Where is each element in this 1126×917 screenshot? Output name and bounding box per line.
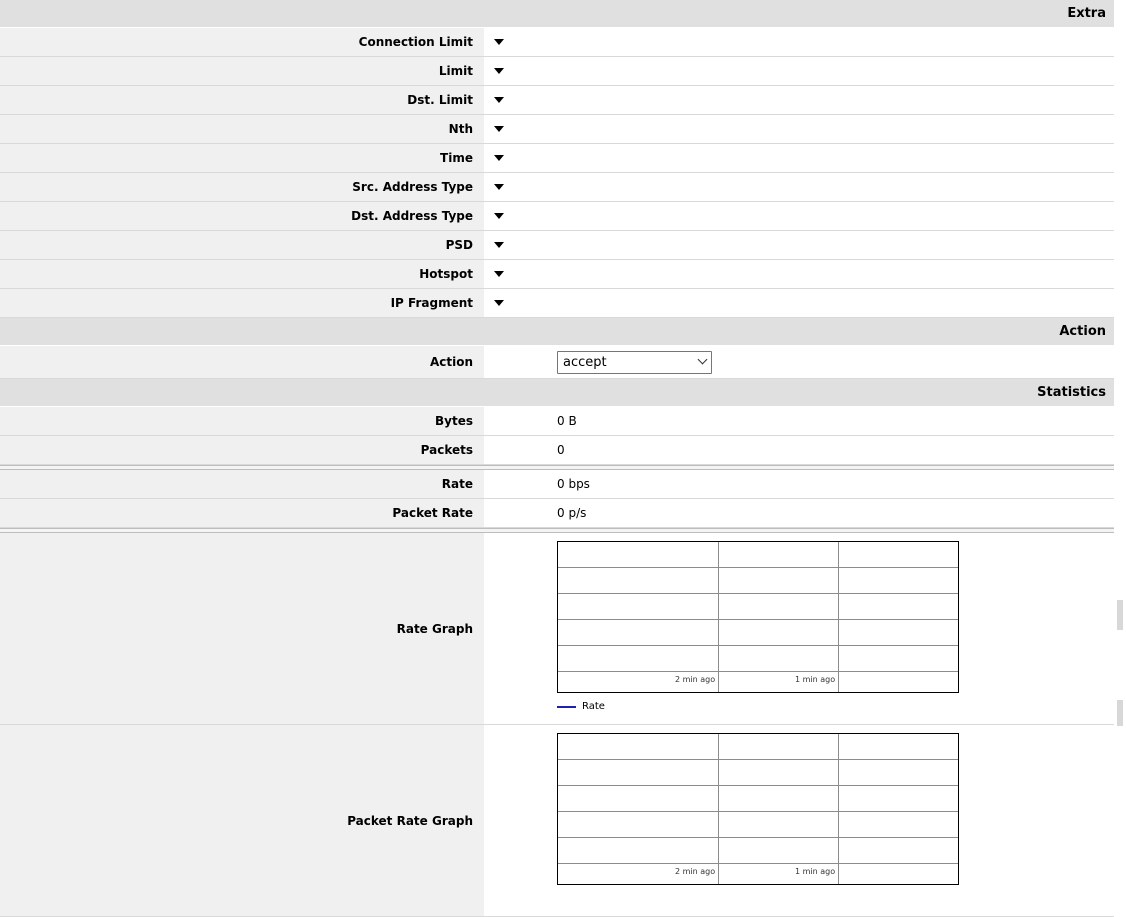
packet-rate-graph: 2 min ago 1 min ago xyxy=(557,733,959,885)
field-value xyxy=(484,144,1114,172)
packets-value: 0 xyxy=(557,443,565,457)
row-action: Action accept xyxy=(0,346,1114,379)
field-label: Src. Address Type xyxy=(0,173,484,201)
row-dst-address-type: Dst. Address Type xyxy=(0,202,1114,231)
packets-value-cell: 0 xyxy=(484,436,1114,464)
expand-caret-icon[interactable] xyxy=(494,155,504,161)
expand-caret-icon[interactable] xyxy=(494,126,504,132)
rate-value-cell: 0 bps xyxy=(484,470,1114,498)
extra-rows: Connection Limit Limit Dst. Limit Nth Ti… xyxy=(0,28,1114,318)
row-dst-limit: Dst. Limit xyxy=(0,86,1114,115)
rate-label: Rate xyxy=(0,470,484,498)
field-value xyxy=(484,57,1114,85)
field-label: Connection Limit xyxy=(0,28,484,56)
row-packets: Packets 0 xyxy=(0,436,1114,465)
x-tick-label: 2 min ago xyxy=(675,675,716,684)
bytes-value: 0 B xyxy=(557,414,577,428)
grid-line xyxy=(718,734,719,884)
field-label: PSD xyxy=(0,231,484,259)
rule-form: Extra Connection Limit Limit Dst. Limit … xyxy=(0,0,1114,917)
expand-caret-icon[interactable] xyxy=(494,39,504,45)
field-label: Limit xyxy=(0,57,484,85)
x-tick-label: 1 min ago xyxy=(795,675,836,684)
field-value xyxy=(484,260,1114,288)
field-label: Time xyxy=(0,144,484,172)
grid-line xyxy=(558,619,958,620)
expand-caret-icon[interactable] xyxy=(494,97,504,103)
field-value xyxy=(484,231,1114,259)
chevron-down-icon xyxy=(697,354,708,365)
section-header-action: Action xyxy=(0,318,1114,346)
field-label: Nth xyxy=(0,115,484,143)
grid-line xyxy=(558,785,958,786)
packet-rate-graph-label: Packet Rate Graph xyxy=(0,725,484,916)
field-label: Dst. Limit xyxy=(0,86,484,114)
field-value xyxy=(484,202,1114,230)
packet-rate-value-cell: 0 p/s xyxy=(484,499,1114,527)
rate-graph: 2 min ago 1 min ago xyxy=(557,541,959,693)
field-value xyxy=(484,289,1114,317)
bytes-value-cell: 0 B xyxy=(484,407,1114,435)
packet-rate-value: 0 p/s xyxy=(557,506,587,520)
row-packet-rate: Packet Rate 0 p/s xyxy=(0,499,1114,528)
packet-rate-label: Packet Rate xyxy=(0,499,484,527)
expand-caret-icon[interactable] xyxy=(494,213,504,219)
bytes-label: Bytes xyxy=(0,407,484,435)
section-header-statistics: Statistics xyxy=(0,379,1114,407)
row-ip-fragment: IP Fragment xyxy=(0,289,1114,318)
row-hotspot: Hotspot xyxy=(0,260,1114,289)
field-label: Hotspot xyxy=(0,260,484,288)
legend-swatch xyxy=(557,705,576,708)
grid-line xyxy=(558,837,958,838)
legend-label: Rate xyxy=(582,701,605,712)
grid-line xyxy=(558,759,958,760)
row-bytes: Bytes 0 B xyxy=(0,407,1114,436)
section-header-extra: Extra xyxy=(0,0,1114,28)
grid-line xyxy=(558,671,958,672)
field-value xyxy=(484,115,1114,143)
packet-rate-graph-cell: 2 min ago 1 min ago xyxy=(484,725,1114,916)
expand-caret-icon[interactable] xyxy=(494,300,504,306)
expand-caret-icon[interactable] xyxy=(494,68,504,74)
row-rate: Rate 0 bps xyxy=(0,470,1114,499)
scrollbar-mark xyxy=(1117,600,1123,630)
action-select[interactable]: accept xyxy=(557,351,712,374)
action-value: accept xyxy=(484,346,1114,378)
grid-line xyxy=(718,542,719,692)
x-tick-label: 1 min ago xyxy=(795,867,836,876)
packets-label: Packets xyxy=(0,436,484,464)
grid-line xyxy=(558,645,958,646)
row-psd: PSD xyxy=(0,231,1114,260)
expand-caret-icon[interactable] xyxy=(494,242,504,248)
rate-graph-cell: 2 min ago 1 min ago Rate xyxy=(484,533,1114,724)
scrollbar-thumb[interactable] xyxy=(1117,700,1123,726)
scrollbar[interactable] xyxy=(1114,0,1126,876)
row-nth: Nth xyxy=(0,115,1114,144)
expand-caret-icon[interactable] xyxy=(494,184,504,190)
grid-line xyxy=(838,542,839,692)
field-value xyxy=(484,86,1114,114)
row-src-address-type: Src. Address Type xyxy=(0,173,1114,202)
action-select-value: accept xyxy=(563,355,607,370)
rate-value: 0 bps xyxy=(557,477,590,491)
field-value xyxy=(484,28,1114,56)
expand-caret-icon[interactable] xyxy=(494,271,504,277)
row-packet-rate-graph: Packet Rate Graph 2 min ago 1 min ago xyxy=(0,725,1114,917)
x-tick-label: 2 min ago xyxy=(675,867,716,876)
grid-line xyxy=(838,734,839,884)
rate-graph-label: Rate Graph xyxy=(0,533,484,724)
row-limit: Limit xyxy=(0,57,1114,86)
row-connection-limit: Connection Limit xyxy=(0,28,1114,57)
grid-line xyxy=(558,863,958,864)
grid-line xyxy=(558,811,958,812)
grid-line xyxy=(558,593,958,594)
grid-line xyxy=(558,567,958,568)
field-label: Dst. Address Type xyxy=(0,202,484,230)
row-time: Time xyxy=(0,144,1114,173)
field-value xyxy=(484,173,1114,201)
row-rate-graph: Rate Graph 2 min ago 1 min ago Rate xyxy=(0,533,1114,725)
field-label: IP Fragment xyxy=(0,289,484,317)
action-label: Action xyxy=(0,346,484,378)
rate-graph-legend: Rate xyxy=(557,701,605,712)
